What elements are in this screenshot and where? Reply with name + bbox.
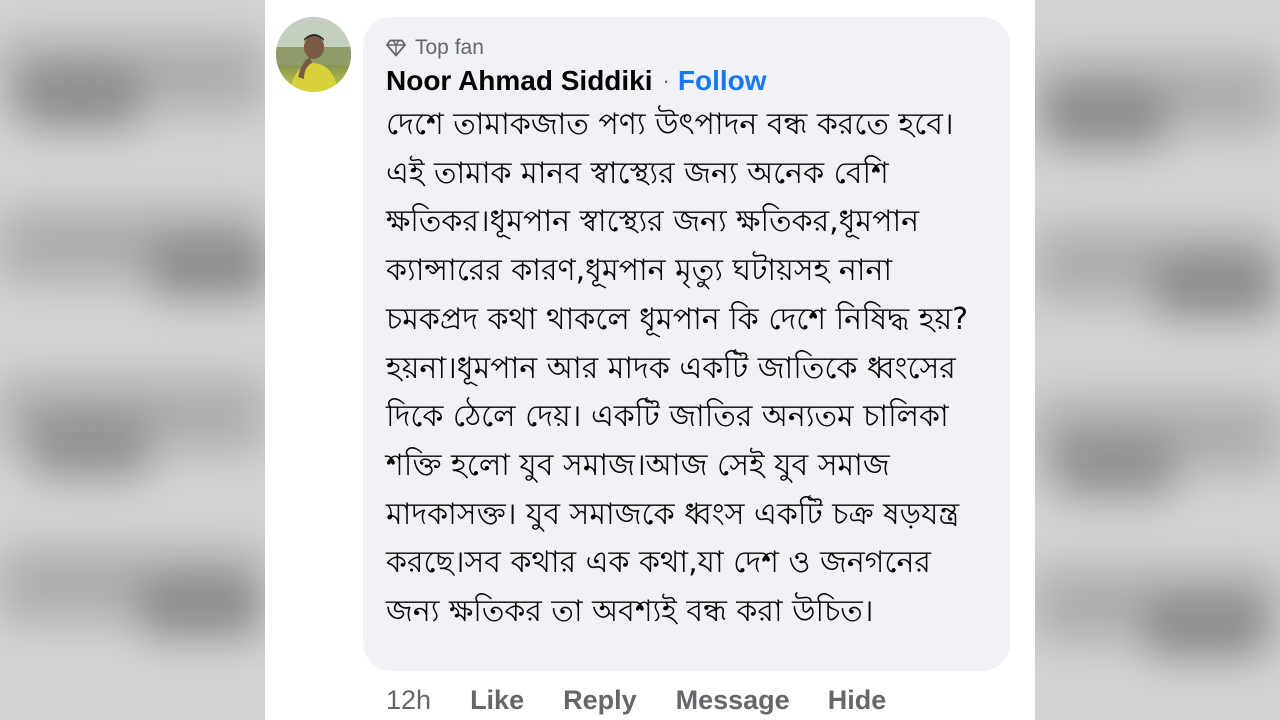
follow-button[interactable]: Follow (678, 65, 767, 97)
comment-actions: 12h Like Reply Message Hide (386, 683, 886, 717)
top-fan-badge: Top fan (386, 34, 484, 62)
author-name[interactable]: Noor Ahmad Siddiki (386, 65, 653, 97)
comment-header: Noor Ahmad Siddiki · Follow (386, 63, 767, 99)
diamond-icon (386, 39, 406, 57)
avatar-photo (276, 17, 351, 92)
message-button[interactable]: Message (676, 685, 790, 716)
comment-text: দেশে তামাকজাত পণ্য উৎপাদন বন্ধ করতে হবে।… (386, 107, 969, 630)
hide-button[interactable]: Hide (828, 685, 887, 716)
like-button[interactable]: Like (470, 685, 524, 716)
reply-button[interactable]: Reply (563, 685, 637, 716)
avatar[interactable] (276, 17, 351, 92)
blurred-background-right (1035, 0, 1280, 720)
timestamp[interactable]: 12h (386, 685, 431, 716)
separator-dot: · (662, 68, 670, 93)
top-fan-label: Top fan (415, 36, 484, 59)
blurred-background-left (0, 0, 265, 720)
